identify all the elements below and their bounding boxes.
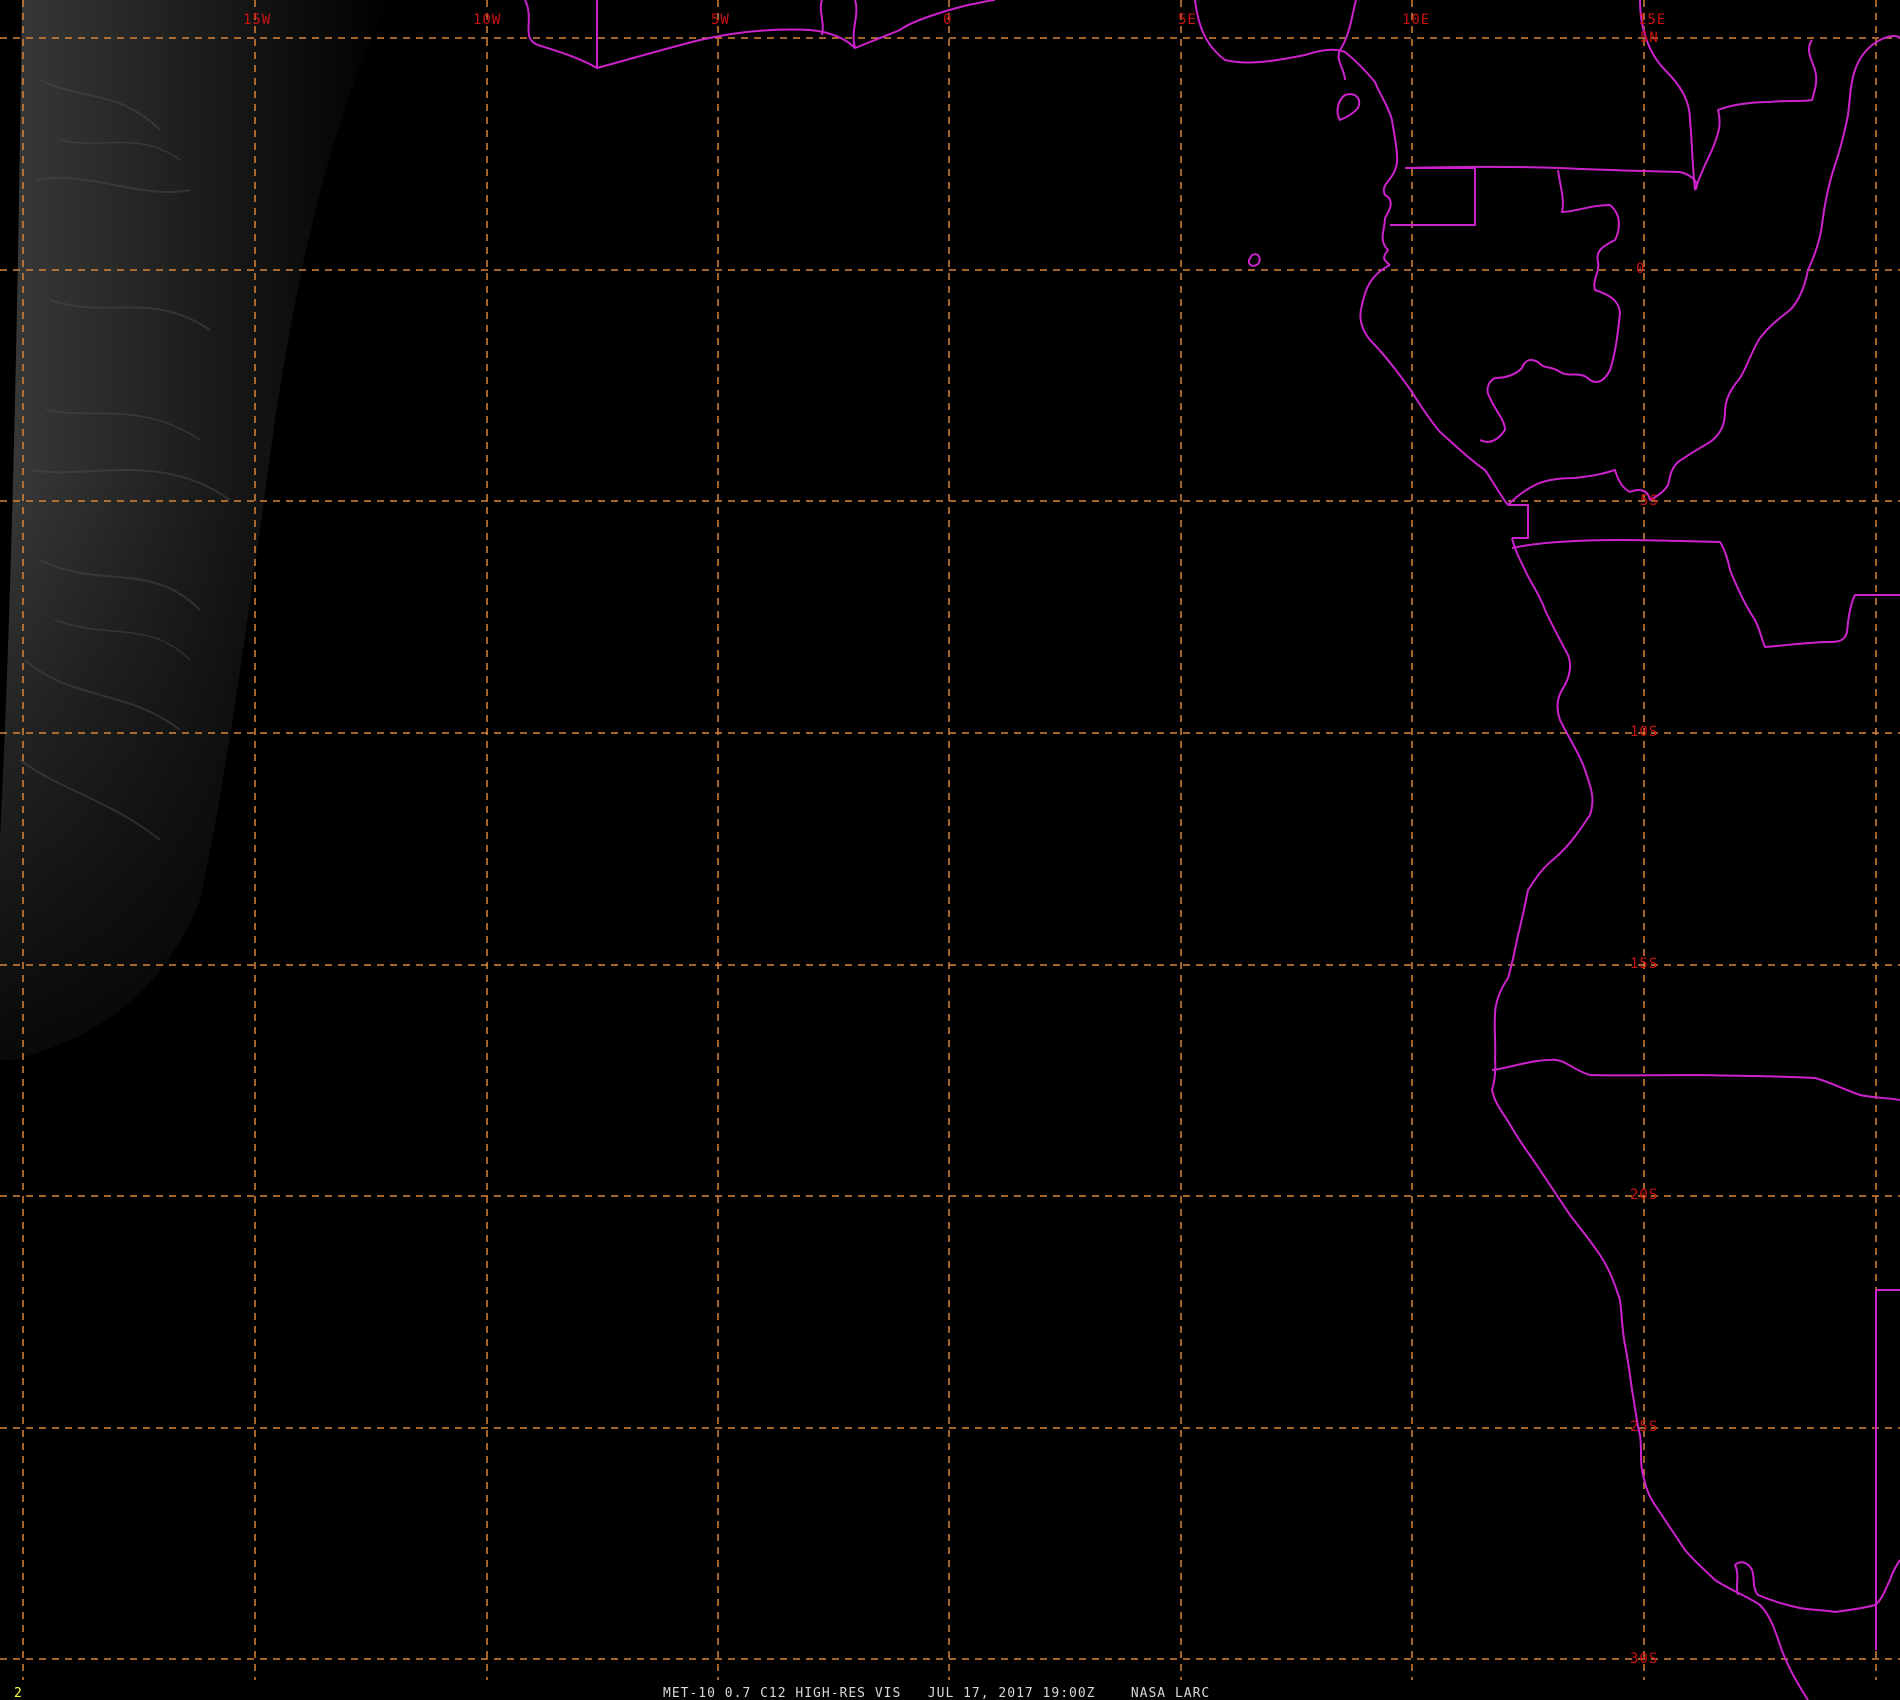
lon-label-5w: 5W [711, 12, 730, 28]
lat-label-30s: 30S [1630, 1651, 1658, 1667]
lat-label-0: 0 [1636, 261, 1645, 277]
lon-label-10w: 10W [473, 12, 501, 28]
lon-label-15e: 15E [1638, 12, 1666, 28]
lat-label-5s: 5S [1640, 493, 1659, 509]
lon-label-15w: 15W [243, 12, 271, 28]
lon-label-0: 0 [943, 12, 952, 28]
lat-label-15s: 15S [1630, 956, 1658, 972]
frame-number: 2 [14, 1686, 22, 1700]
image-caption: MET-10 0.7 C12 HIGH-RES VIS JUL 17, 2017… [663, 1686, 1210, 1700]
lat-label-5n: 5N [1640, 30, 1659, 46]
lat-label-25s: 25S [1630, 1419, 1658, 1435]
lat-label-20s: 20S [1630, 1187, 1658, 1203]
lon-label-5e: 5E [1178, 12, 1197, 28]
satellite-map: 15W 10W 5W 0 5E 10E 15E 5N 0 5S 10S 15S … [0, 0, 1900, 1700]
lat-label-10s: 10S [1630, 724, 1658, 740]
lon-label-10e: 10E [1402, 12, 1430, 28]
